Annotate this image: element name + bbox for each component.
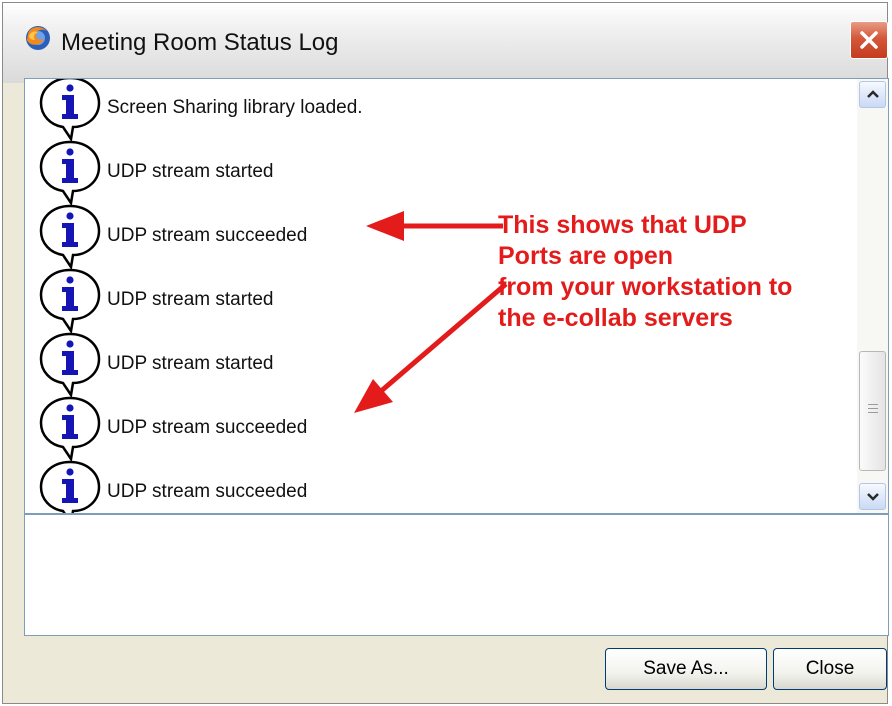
grip-icon — [868, 404, 878, 416]
log-entry-text: Screen Sharing library loaded. — [107, 97, 363, 118]
annotation-line: This shows that UDP — [498, 211, 747, 239]
scroll-down-button[interactable] — [859, 483, 886, 510]
log-entry-text: UDP stream started — [107, 161, 274, 182]
scroll-up-button[interactable] — [859, 81, 886, 108]
scrollbar-thumb[interactable] — [859, 351, 886, 471]
log-entry[interactable]: UDP stream started — [25, 331, 845, 399]
title-bar: Meeting Room Status Log — [3, 3, 887, 83]
close-button[interactable]: Close — [773, 648, 887, 690]
info-icon — [35, 79, 105, 143]
log-entry-text: UDP stream succeeded — [107, 481, 308, 502]
annotation-line: the e-collab servers — [498, 304, 733, 332]
log-entry[interactable]: Screen Sharing library loaded. — [25, 79, 845, 143]
info-icon — [35, 203, 105, 271]
log-entry-text: UDP stream succeeded — [107, 417, 308, 438]
log-entry[interactable]: UDP stream succeeded — [25, 395, 845, 463]
info-icon — [35, 267, 105, 335]
info-icon — [35, 139, 105, 207]
annotation-line: Ports are open — [498, 242, 674, 270]
close-window-button[interactable] — [850, 21, 888, 59]
info-icon — [35, 395, 105, 463]
log-entry[interactable]: UDP stream succeeded — [25, 459, 845, 513]
detail-panel[interactable] — [24, 514, 889, 636]
info-icon — [35, 331, 105, 399]
log-entry-text: UDP stream succeeded — [107, 225, 308, 246]
log-entry[interactable]: UDP stream started — [25, 139, 845, 207]
firefox-icon — [25, 25, 51, 51]
annotation-line: from your workstation to — [498, 273, 793, 301]
save-as-button[interactable]: Save As... — [605, 648, 767, 690]
vertical-scrollbar[interactable] — [857, 79, 888, 513]
info-icon — [35, 459, 105, 513]
log-entry-text: UDP stream started — [107, 353, 274, 374]
window-title: Meeting Room Status Log — [61, 29, 339, 56]
annotation-text: This shows that UDP Ports are open from … — [498, 210, 792, 334]
log-entry-text: UDP stream started — [107, 289, 274, 310]
